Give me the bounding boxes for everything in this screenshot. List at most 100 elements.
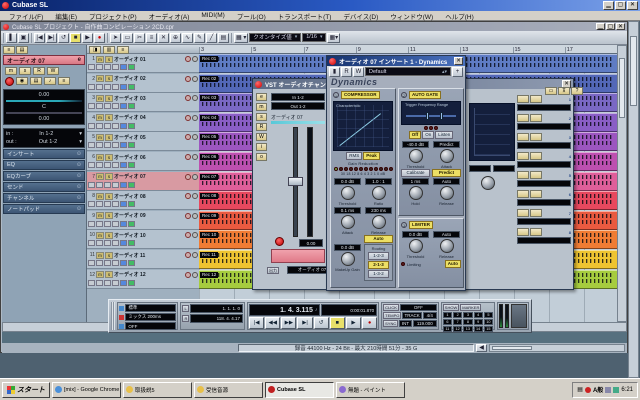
track-row[interactable]: 6msオーディオ 06 [87,152,199,171]
menu-item-9[interactable]: ヘルプ(H) [439,11,480,21]
track-lock-icon[interactable] [112,280,119,286]
record-mode-1[interactable]: ミックス 200ms [125,313,176,321]
track-output-icon[interactable] [128,221,135,227]
track-mute-button[interactable]: m [96,252,104,259]
volume-slider[interactable] [6,100,82,102]
right-locator-display[interactable]: 118. 4. 4.17 [190,314,243,323]
inspector-section-0[interactable]: インサート⊙ [3,149,85,159]
track-edit-icon[interactable] [88,84,95,90]
track-input-icon[interactable] [120,103,127,109]
track-lock-icon[interactable] [112,103,119,109]
track-record-icon[interactable] [185,232,191,238]
track-monitor-icon[interactable] [192,193,198,199]
track-write-icon[interactable] [104,123,111,129]
send-slot[interactable]: 5 [517,171,571,187]
edit-channel-icon[interactable]: e [78,57,81,63]
project-restore-icon[interactable]: ▢ [606,23,615,30]
track-lock-icon[interactable] [112,64,119,70]
track-write-icon[interactable] [104,280,111,286]
compressor-characteristic-display[interactable]: Characteristic [333,101,393,151]
track-mute-button[interactable]: m [96,95,104,102]
release-knob[interactable] [440,186,454,200]
track-mute-button[interactable]: m [96,56,104,63]
threshold-knob[interactable] [341,186,355,200]
track-write-icon[interactable] [104,103,111,109]
track-row[interactable]: 1msオーディオ 01 [87,54,199,73]
track-write-icon[interactable] [104,142,111,148]
read-button[interactable]: R [33,67,45,75]
trigger-range-handle-left[interactable] [426,112,429,120]
track-edit-icon[interactable] [88,280,95,286]
track-edit-icon[interactable] [88,142,95,148]
track-output-icon[interactable] [128,103,135,109]
track-write-icon[interactable] [104,221,111,227]
activity-toggle-icon[interactable]: ▌ [6,33,17,43]
Attack-value[interactable]: Predict [433,141,460,148]
track-input-icon[interactable] [120,201,127,207]
attack-knob[interactable] [440,149,454,163]
trigger-range-handle-right[interactable] [440,112,443,120]
menu-item-2[interactable]: プロジェクト(P) [83,11,143,21]
track-lock-icon[interactable] [112,162,119,168]
send-on-icon[interactable] [517,114,529,122]
scrub-tool-icon[interactable]: ▤ [218,33,229,43]
send-pre-icon[interactable] [530,114,542,122]
ime-tools-icon[interactable] [605,387,611,393]
trigger-frequency-display[interactable]: Trigger Frequency Range [401,101,461,125]
send-slot[interactable]: 6 [517,190,571,206]
routing-option[interactable]: 1-3-2 [368,270,389,278]
track-record-icon[interactable] [185,95,191,101]
taskbar-task-2[interactable]: 受信音源 [194,382,263,398]
track-read-icon[interactable] [96,142,103,148]
send-value-bar[interactable] [517,104,571,111]
dynamics-write-icon[interactable]: W [353,67,364,77]
channel-fader-handle[interactable] [288,177,303,186]
channel-output-routing[interactable]: Out 1-2 [271,102,325,110]
draw-tool-icon[interactable]: ✎ [194,33,205,43]
track-write-icon[interactable] [104,162,111,168]
track-edit-icon[interactable] [88,103,95,109]
menu-item-5[interactable]: プール(O) [231,11,272,21]
inspector-config-icon[interactable]: ≡ [3,46,15,54]
volume-tray-icon[interactable] [613,387,619,393]
track-read-icon[interactable] [96,201,103,207]
taskbar-task-3[interactable]: Cubase SL [265,382,334,398]
marker-button[interactable]: 2 [453,312,462,318]
marker-button[interactable]: 11 [443,326,452,332]
track-edit-icon[interactable] [88,123,95,129]
track-lock-icon[interactable] [112,182,119,188]
track-solo-button[interactable]: s [105,173,113,180]
marker-button[interactable]: 8 [463,319,472,325]
dynamics-titlebar[interactable]: オーディオ 07 インサート 1 - Dynamics ✕ [327,56,465,66]
time-signature[interactable]: 4/4 [423,312,437,319]
record-enable-button[interactable] [5,77,14,86]
send-value-bar[interactable] [517,123,571,130]
track-edit-icon[interactable] [88,260,95,266]
timebase-button[interactable]: ♪ [44,77,56,85]
track-row[interactable]: 4msオーディオ 04 [87,113,199,132]
app-titlebar[interactable]: Cubase SL ▁ ▢ ✕ [0,0,640,11]
add-track-icon[interactable]: ◨ [89,46,101,54]
track-lock-icon[interactable] [112,221,119,227]
send-slot[interactable]: 8 [517,228,571,244]
auto-gate-header[interactable]: AUTO GATE [409,91,441,99]
minimize-icon[interactable]: ▁ [603,1,614,10]
track-filter-icon[interactable]: ≡ [117,46,129,54]
send-on-icon[interactable] [517,133,529,141]
marker-button[interactable]: 9 [474,319,483,325]
track-solo-button[interactable]: s [105,134,113,141]
track-record-icon[interactable] [185,56,191,62]
quantize-value-dropdown[interactable]: 1/16▾ [302,33,326,42]
track-output-icon[interactable] [128,142,135,148]
channel-strip-button-o[interactable]: o [256,153,267,161]
color-dropdown-icon[interactable]: ▦▾ [327,33,340,43]
track-output-icon[interactable] [128,182,135,188]
input-routing[interactable]: In 1-2 [39,131,53,137]
Release-value[interactable]: Auto [433,178,460,185]
preset-store-icon[interactable]: + [452,67,463,77]
inspector-section-4[interactable]: チャンネル⊙ [3,193,85,203]
Attack-value[interactable]: 0.1 ms [334,207,361,214]
sync-value[interactable]: INT [399,320,412,327]
track-row[interactable]: 3msオーディオ 03 [87,93,199,112]
forward-button[interactable]: ▶▶ [281,317,296,329]
